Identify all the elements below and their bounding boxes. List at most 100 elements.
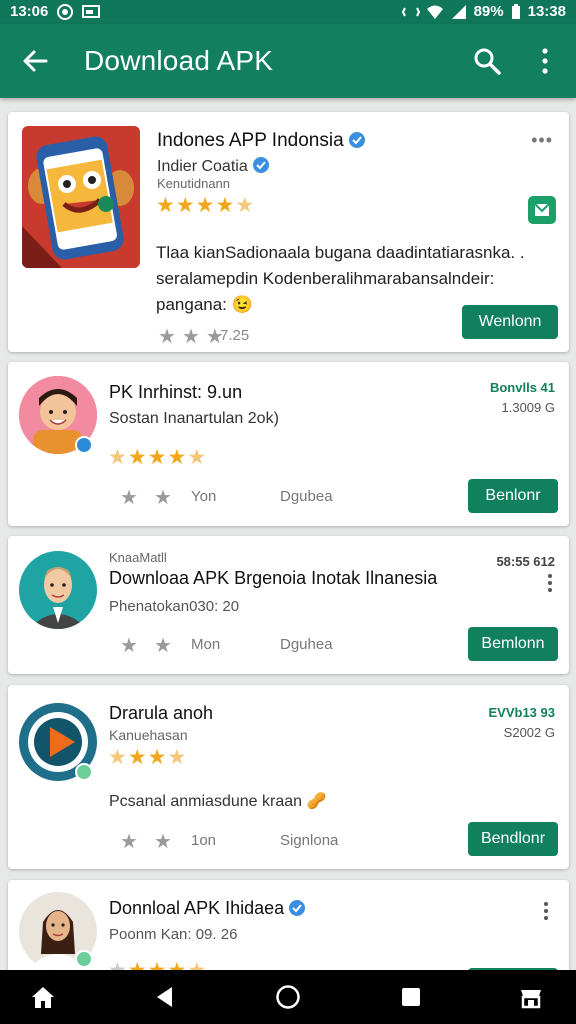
verified-badge-icon	[252, 157, 269, 173]
app-card[interactable]: Donnloal APK Ihidaea Poonm Kan: 09. 26 ★…	[8, 880, 569, 970]
app-subtitle: Sostan Inanartulan 2ok)	[109, 410, 279, 427]
status-dot-icon	[75, 950, 93, 968]
download-button[interactable]: Benlonr	[468, 479, 558, 513]
record-icon	[57, 3, 74, 20]
download-button[interactable]: Bendlonr	[468, 822, 558, 856]
description-line: Tlaa kianSadionaala bugana daadintatiara…	[156, 243, 525, 262]
more-vert-icon[interactable]	[548, 574, 552, 595]
app-title: PK Inrhinst: 9.un	[109, 382, 243, 402]
gray-star-row: ★ ★	[120, 485, 172, 510]
download-count: EVVb13 93	[488, 705, 556, 720]
star-icon: ★	[127, 446, 147, 469]
app-size: S2002 G	[503, 725, 555, 740]
arrow-back-icon[interactable]	[20, 47, 50, 75]
app-title: Drarula anoh	[109, 703, 214, 723]
app-meta: Poonm Kan: 09. 26	[109, 926, 238, 943]
star-icon: ★	[147, 746, 167, 769]
back-triangle-icon[interactable]	[152, 984, 178, 1010]
download-count: Bonvlls 41	[489, 380, 555, 395]
more-vert-icon[interactable]	[536, 46, 554, 76]
footer-label: Dgubea	[280, 488, 333, 505]
gray-star-row: ★ ★ ★	[158, 324, 224, 349]
star-half-icon: ★	[167, 746, 187, 769]
footer-label: Mon	[191, 636, 221, 653]
app-bar: Download APK	[0, 24, 576, 98]
card-menu-icon[interactable]: •••	[531, 130, 553, 151]
verified-dot-icon	[75, 436, 93, 454]
star-icon: ★	[156, 194, 175, 217]
page-title: Download APK	[84, 45, 274, 76]
download-button[interactable]: Wenlonn	[462, 305, 558, 339]
app-category: Kenutidnann	[157, 176, 231, 191]
star-rating: ★★★★★	[156, 195, 254, 217]
system-nav-bar	[0, 970, 576, 1024]
app-title: Downloaa APK Brgenoia Inotak Ilnanesia	[109, 568, 438, 588]
home-icon[interactable]	[30, 984, 56, 1010]
app-date: 58:55 612	[496, 554, 555, 569]
store-icon[interactable]	[518, 984, 544, 1010]
app-description: Pcsanal anmiasdune kraan 🥜	[109, 793, 327, 810]
apk-list: Indones APP Indonsia Indier Coatia Kenut…	[0, 110, 576, 970]
app-card[interactable]: Indones APP Indonsia Indier Coatia Kenut…	[8, 112, 569, 352]
star-half-icon: ★	[187, 960, 206, 971]
home-circle-icon[interactable]	[275, 984, 301, 1010]
app-title: Donnloal APK Ihidaea	[109, 898, 306, 919]
star-icon: ★	[181, 326, 200, 348]
status-dot-icon	[75, 763, 93, 781]
star-icon: ★	[153, 831, 172, 853]
footer-label: Yon	[191, 488, 217, 505]
verified-badge-icon	[289, 900, 306, 916]
star-icon: ★	[195, 194, 215, 217]
app-card[interactable]: KnaaMatll Downloaa APK Brgenoia Inotak I…	[8, 536, 569, 674]
wifi-icon	[426, 5, 443, 19]
star-icon: ★	[153, 487, 172, 509]
avatar	[19, 551, 97, 629]
status-bar: 13:06 89% 13:38	[0, 0, 576, 24]
developer-name: Indier Coatia	[157, 156, 270, 176]
star-icon: ★	[127, 746, 147, 769]
star-icon: ★	[147, 446, 167, 469]
status-time-left: 13:06	[10, 3, 49, 20]
star-icon: ★	[148, 960, 167, 971]
mail-badge-icon[interactable]	[528, 196, 556, 224]
cast-icon	[82, 4, 101, 18]
star-icon: ★	[108, 746, 127, 769]
star-icon: ★	[120, 487, 138, 509]
star-icon: ★	[175, 194, 195, 217]
star-rating: ★ ★ ★ ★	[108, 747, 186, 769]
star-icon: ★	[120, 635, 138, 657]
star-half-icon: ★	[187, 446, 207, 469]
battery-percent: 89%	[473, 3, 504, 20]
app-card[interactable]: PK Inrhinst: 9.un Sostan Inanartulan 2ok…	[8, 362, 569, 526]
gray-star-row: ★ ★	[120, 633, 172, 658]
search-icon[interactable]	[472, 46, 502, 76]
star-icon: ★	[167, 446, 187, 469]
more-vert-icon[interactable]	[544, 902, 548, 923]
star-icon: ★	[158, 326, 176, 348]
status-time-right: 13:38	[527, 3, 566, 20]
recents-square-icon[interactable]	[398, 984, 424, 1010]
star-icon: ★	[108, 960, 127, 971]
star-icon: ★	[108, 446, 127, 469]
star-icon: ★	[153, 635, 172, 657]
star-half-icon: ★	[235, 194, 255, 217]
footer-label: Signlona	[280, 832, 339, 849]
description-line: seralamepdin Kodenberalihmarabansalndeir…	[156, 269, 495, 288]
star-rating: ★★★★★	[108, 960, 206, 971]
star-icon: ★	[167, 960, 186, 971]
verified-badge-icon	[348, 132, 365, 148]
app-meta: Phenatokan030: 20	[109, 598, 240, 615]
star-icon: ★	[120, 831, 138, 853]
app-card[interactable]: Drarula anoh Kanuehasan EVVb13 93 S2002 …	[8, 685, 569, 869]
star-rating: ★★★★★	[108, 447, 206, 469]
app-kicker: KnaaMatll	[109, 550, 167, 565]
signal-icon	[451, 4, 466, 19]
gray-star-row: ★ ★	[120, 829, 172, 854]
footer-label: 1on	[191, 832, 217, 849]
app-icon-phone-character	[22, 126, 140, 268]
app-size: 1.3009 G	[501, 400, 556, 415]
rating-value: 7.25	[220, 327, 250, 344]
app-title: Indones APP Indonsia	[157, 130, 366, 152]
app-category: Kanuehasan	[109, 727, 188, 743]
download-button[interactable]: Bemlonn	[468, 627, 558, 661]
